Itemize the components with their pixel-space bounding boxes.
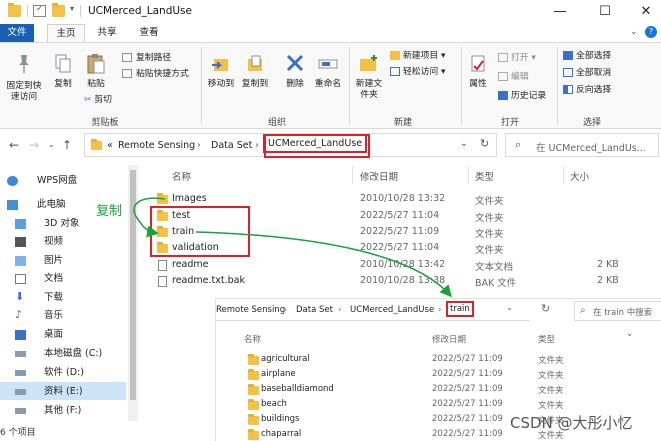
address-dropdown-icon[interactable]: ⌄ <box>506 303 513 313</box>
breadcrumb-separator-icon[interactable]: › <box>338 305 341 315</box>
folder-type: 文件夹 <box>538 356 564 366</box>
list-item[interactable]: agricultural 2022/5/27 11:09 文件夹 <box>244 354 644 366</box>
explorer-window: ✓ ▾ UCMerced_LandUse — ☐ ✕ 文件 主页 共享 查看 ⌄… <box>0 0 661 441</box>
column-header-date[interactable]: 修改日期 <box>432 333 466 345</box>
folder-date: 2022/5/27 11:09 <box>432 399 503 409</box>
folder-icon <box>248 384 259 395</box>
list-item[interactable]: airplane 2022/5/27 11:09 文件夹 <box>244 369 644 381</box>
folder-date: 2022/5/27 11:09 <box>432 429 503 439</box>
column-header-type[interactable]: 类型 <box>538 333 555 345</box>
folder-date: 2022/5/27 11:09 <box>432 414 503 424</box>
address-bar[interactable]: Remote Sensing › Data Set › UCMerced_Lan… <box>216 299 530 321</box>
search-icon: ⌕ <box>580 305 586 316</box>
breadcrumb-train[interactable]: train <box>446 301 474 317</box>
breadcrumb-data-set[interactable]: Data Set <box>296 305 333 315</box>
folder-name: airplane <box>261 369 296 379</box>
folder-type: 文件夹 <box>538 386 564 396</box>
watermark: CSDN @大彤小忆 <box>510 414 633 432</box>
folder-icon <box>248 399 259 410</box>
folder-name: baseballdiamond <box>261 384 334 394</box>
column-header-name[interactable]: 名称 <box>244 333 261 345</box>
folder-date: 2022/5/27 11:09 <box>432 354 503 364</box>
folder-name: beach <box>261 399 287 409</box>
folder-name: chaparral <box>261 429 302 439</box>
folder-name: agricultural <box>261 354 310 364</box>
folder-icon <box>248 369 259 380</box>
breadcrumb-separator-icon[interactable]: › <box>284 305 287 315</box>
folder-date: 2022/5/27 11:09 <box>432 384 503 394</box>
list-item[interactable]: baseballdiamond 2022/5/27 11:09 文件夹 <box>244 384 644 396</box>
list-item[interactable]: beach 2022/5/27 11:09 文件夹 <box>244 399 644 411</box>
refresh-icon[interactable]: ↻ <box>541 302 550 315</box>
expand-columns-icon[interactable]: ⌄ <box>626 329 634 339</box>
folder-date: 2022/5/27 11:09 <box>432 369 503 379</box>
search-box[interactable]: ⌕ 在 train 中搜索 <box>574 301 661 321</box>
folder-icon <box>248 414 259 425</box>
folder-icon <box>248 429 259 440</box>
breadcrumb-separator-icon[interactable]: › <box>438 305 441 315</box>
folder-name: buildings <box>261 414 300 424</box>
search-placeholder: 在 train 中搜索 <box>593 308 653 318</box>
breadcrumb-remote-sensing[interactable]: Remote Sensing <box>216 305 285 315</box>
breadcrumb-ucmerced-landuse[interactable]: UCMerced_LandUse <box>350 305 434 315</box>
folder-type: 文件夹 <box>538 371 564 381</box>
folder-type: 文件夹 <box>538 401 564 411</box>
folder-icon <box>248 354 259 365</box>
